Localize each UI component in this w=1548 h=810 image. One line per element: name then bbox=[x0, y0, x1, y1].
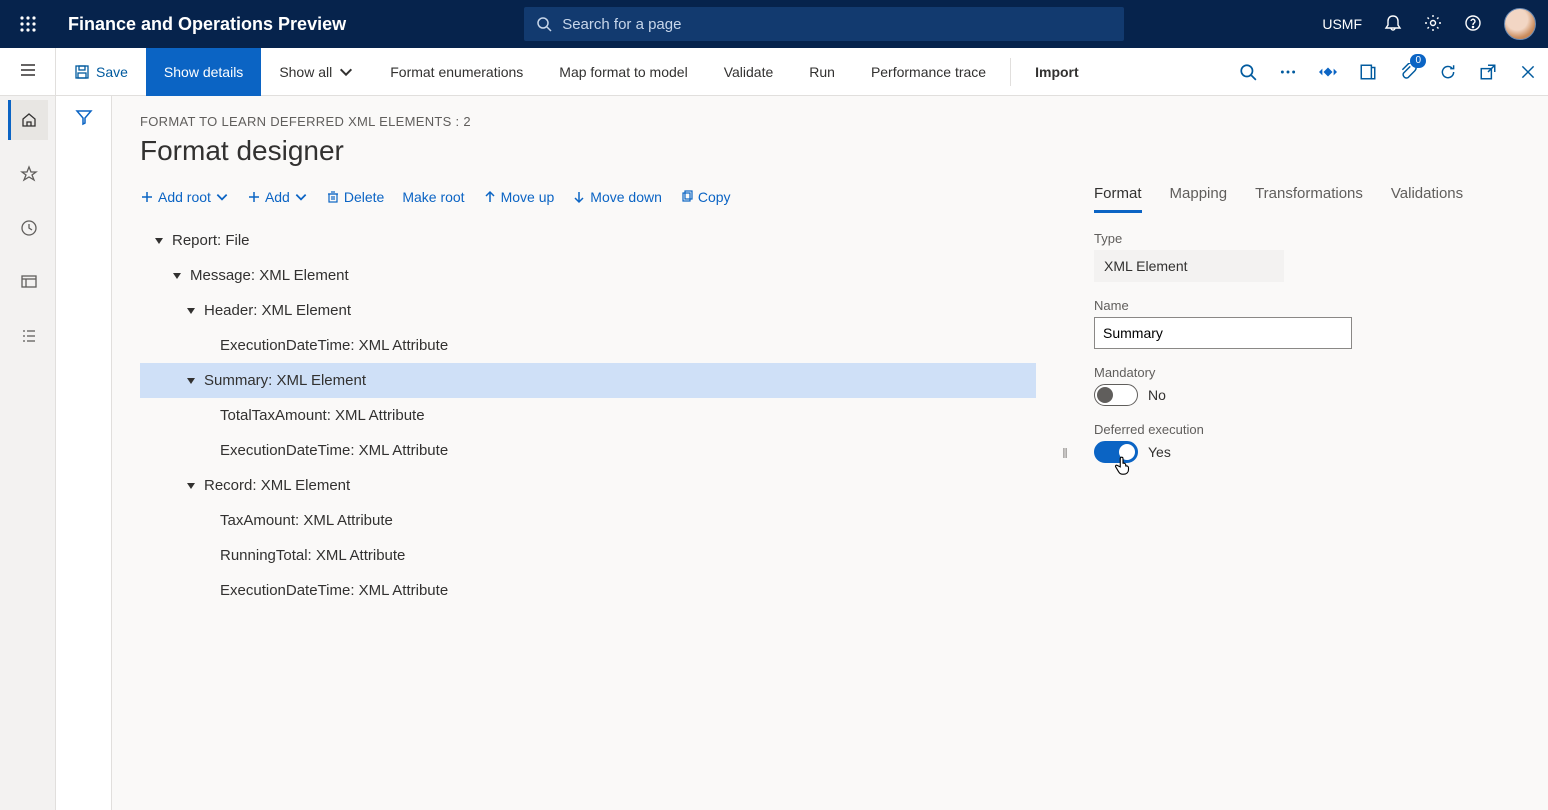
chevron-down-icon bbox=[215, 190, 229, 204]
map-format-button[interactable]: Map format to model bbox=[541, 48, 705, 96]
save-button[interactable]: Save bbox=[56, 48, 146, 96]
field-deferred: Deferred execution Yes bbox=[1094, 422, 1524, 463]
type-label: Type bbox=[1094, 231, 1524, 246]
tree-row-selected[interactable]: Summary: XML Element bbox=[140, 363, 1036, 398]
content-row: Add root Add Delete Make root bbox=[140, 185, 1524, 608]
diamond-icon[interactable] bbox=[1308, 48, 1348, 96]
popout-icon[interactable] bbox=[1468, 48, 1508, 96]
hamburger-icon bbox=[19, 61, 37, 82]
body: FORMAT TO LEARN DEFERRED XML ELEMENTS : … bbox=[0, 96, 1548, 810]
field-mandatory: Mandatory No bbox=[1094, 365, 1524, 406]
tree-panel: Add root Add Delete Make root bbox=[140, 185, 1036, 608]
delete-button[interactable]: Delete bbox=[326, 189, 384, 205]
gear-icon[interactable] bbox=[1424, 14, 1442, 35]
page-title: Format designer bbox=[140, 135, 1524, 167]
divider bbox=[1010, 58, 1011, 86]
show-all-button[interactable]: Show all bbox=[261, 48, 372, 96]
details-tabs: Format Mapping Transformations Validatio… bbox=[1094, 185, 1524, 213]
tree-toolbar: Add root Add Delete Make root bbox=[140, 185, 1036, 215]
add-root-button[interactable]: Add root bbox=[140, 189, 229, 205]
field-type: Type XML Element bbox=[1094, 231, 1524, 282]
tree-row[interactable]: TaxAmount: XML Attribute bbox=[140, 503, 1036, 538]
nav-toggle[interactable] bbox=[0, 48, 56, 95]
top-right: USMF bbox=[1322, 8, 1536, 40]
workspaces-icon[interactable] bbox=[8, 262, 48, 302]
refresh-icon[interactable] bbox=[1428, 48, 1468, 96]
copy-button[interactable]: Copy bbox=[680, 189, 731, 205]
app-launcher-icon[interactable] bbox=[12, 8, 44, 40]
chevron-down-icon bbox=[338, 64, 354, 80]
tree-row[interactable]: ExecutionDateTime: XML Attribute bbox=[140, 433, 1036, 468]
attachments-badge: 0 bbox=[1410, 54, 1426, 68]
search-input[interactable]: Search for a page bbox=[524, 7, 1124, 41]
move-up-button[interactable]: Move up bbox=[483, 189, 555, 205]
filter-column[interactable] bbox=[56, 96, 112, 810]
type-value: XML Element bbox=[1094, 250, 1284, 282]
import-button[interactable]: Import bbox=[1017, 48, 1097, 96]
left-rail bbox=[0, 96, 56, 810]
splitter-handle[interactable]: ‖ bbox=[1060, 445, 1070, 461]
caret-down-icon bbox=[168, 271, 186, 281]
name-label: Name bbox=[1094, 298, 1524, 313]
name-input[interactable] bbox=[1094, 317, 1352, 349]
tab-transformations[interactable]: Transformations bbox=[1255, 185, 1363, 213]
tree-row[interactable]: ExecutionDateTime: XML Attribute bbox=[140, 573, 1036, 608]
deferred-toggle[interactable] bbox=[1094, 441, 1138, 463]
top-nav: Finance and Operations Preview Search fo… bbox=[0, 0, 1548, 48]
performance-trace-button[interactable]: Performance trace bbox=[853, 48, 1004, 96]
search-ribbon-icon[interactable] bbox=[1228, 48, 1268, 96]
caret-down-icon bbox=[150, 236, 168, 246]
mandatory-toggle[interactable] bbox=[1094, 384, 1138, 406]
deferred-label: Deferred execution bbox=[1094, 422, 1524, 437]
tree-row[interactable]: Header: XML Element bbox=[140, 293, 1036, 328]
home-icon[interactable] bbox=[8, 100, 48, 140]
attachments-icon[interactable]: 0 bbox=[1388, 48, 1428, 96]
show-details-button[interactable]: Show details bbox=[146, 48, 261, 96]
caret-down-icon bbox=[182, 376, 200, 386]
add-button[interactable]: Add bbox=[247, 189, 308, 205]
caret-down-icon bbox=[182, 306, 200, 316]
mandatory-label: Mandatory bbox=[1094, 365, 1524, 380]
chevron-down-icon bbox=[294, 190, 308, 204]
mandatory-value: No bbox=[1148, 387, 1166, 403]
close-icon[interactable] bbox=[1508, 48, 1548, 96]
office-icon[interactable] bbox=[1348, 48, 1388, 96]
favorites-icon[interactable] bbox=[8, 154, 48, 194]
details-panel: Format Mapping Transformations Validatio… bbox=[1094, 185, 1524, 608]
ribbon: Save Show details Show all Format enumer… bbox=[0, 48, 1548, 96]
caret-down-icon bbox=[182, 481, 200, 491]
tab-format[interactable]: Format bbox=[1094, 185, 1142, 213]
breadcrumb: FORMAT TO LEARN DEFERRED XML ELEMENTS : … bbox=[140, 114, 1524, 129]
field-name: Name bbox=[1094, 298, 1524, 349]
search-placeholder: Search for a page bbox=[562, 16, 681, 33]
company-picker[interactable]: USMF bbox=[1322, 16, 1362, 32]
more-icon[interactable] bbox=[1268, 48, 1308, 96]
tab-mapping[interactable]: Mapping bbox=[1170, 185, 1228, 213]
main-content: FORMAT TO LEARN DEFERRED XML ELEMENTS : … bbox=[112, 96, 1548, 810]
tree-row[interactable]: TotalTaxAmount: XML Attribute bbox=[140, 398, 1036, 433]
tree-row[interactable]: Record: XML Element bbox=[140, 468, 1036, 503]
run-button[interactable]: Run bbox=[791, 48, 853, 96]
tree-row[interactable]: Message: XML Element bbox=[140, 258, 1036, 293]
bell-icon[interactable] bbox=[1384, 14, 1402, 35]
tree-row[interactable]: ExecutionDateTime: XML Attribute bbox=[140, 328, 1036, 363]
tab-validations[interactable]: Validations bbox=[1391, 185, 1463, 213]
modules-icon[interactable] bbox=[8, 316, 48, 356]
move-down-button[interactable]: Move down bbox=[572, 189, 662, 205]
make-root-button[interactable]: Make root bbox=[402, 189, 464, 205]
format-enumerations-button[interactable]: Format enumerations bbox=[372, 48, 541, 96]
help-icon[interactable] bbox=[1464, 14, 1482, 35]
save-label: Save bbox=[96, 64, 128, 80]
tree-row[interactable]: Report: File bbox=[140, 223, 1036, 258]
tree-row[interactable]: RunningTotal: XML Attribute bbox=[140, 538, 1036, 573]
format-tree: Report: File Message: XML Element Header… bbox=[140, 215, 1036, 608]
validate-button[interactable]: Validate bbox=[706, 48, 792, 96]
avatar[interactable] bbox=[1504, 8, 1536, 40]
recent-icon[interactable] bbox=[8, 208, 48, 248]
search-wrap: Search for a page bbox=[346, 7, 1302, 41]
deferred-value: Yes bbox=[1148, 444, 1171, 460]
filter-icon bbox=[75, 108, 93, 126]
brand-title: Finance and Operations Preview bbox=[68, 14, 346, 35]
ribbon-main: Save Show details Show all Format enumer… bbox=[56, 48, 1548, 95]
